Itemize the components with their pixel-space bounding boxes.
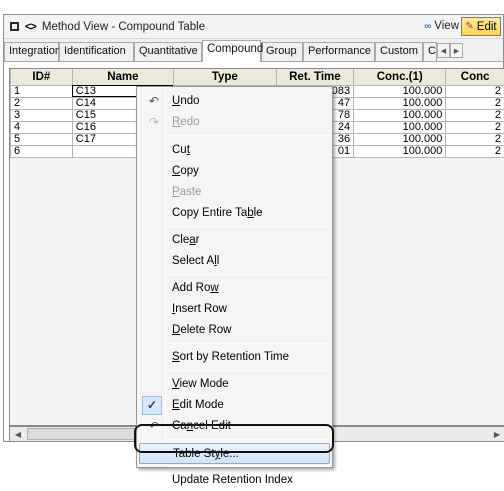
cell-conc1[interactable]: 100.000 — [354, 121, 446, 133]
context-menu: ↶ Undo ↷ Redo Cut Copy Paste Copy Entire… — [136, 86, 333, 468]
cell-conc[interactable]: 2 — [446, 145, 504, 157]
col-header-name[interactable]: Name — [72, 69, 173, 85]
menu-separator — [167, 343, 330, 344]
col-header-id[interactable]: ID# — [11, 69, 73, 85]
tab-quantitative[interactable]: Quantitative — [134, 42, 202, 61]
menu-item-undo[interactable]: ↶ Undo — [139, 91, 330, 112]
cell-conc1[interactable]: 100.000 — [354, 85, 446, 97]
col-header-conc1[interactable]: Conc.(1) — [354, 69, 446, 85]
tab-compound[interactable]: Compound — [202, 40, 261, 62]
pencil-icon: ✎ — [465, 21, 473, 32]
cell-conc[interactable]: 2 — [446, 133, 504, 145]
cell-id[interactable]: 2 — [11, 97, 73, 109]
menu-separator — [167, 370, 330, 371]
cell-conc[interactable]: 2 — [446, 121, 504, 133]
menu-item-paste[interactable]: Paste — [139, 182, 330, 203]
menu-item-sort-by-retention-time[interactable]: Sort by Retention Time — [139, 347, 330, 368]
menu-item-select-all[interactable]: Select All — [139, 251, 330, 272]
col-header-type[interactable]: Type — [173, 69, 276, 85]
menu-item-cut[interactable]: Cut — [139, 140, 330, 161]
cell-conc1[interactable]: 100.000 — [354, 109, 446, 121]
edit-button-label: Edit — [477, 21, 497, 33]
menu-separator — [167, 466, 330, 467]
cell-conc[interactable]: 2 — [446, 85, 504, 97]
redo-arrow-icon: ↷ — [145, 112, 163, 133]
cell-id[interactable]: 3 — [11, 109, 73, 121]
window-titlebar: <> Method View - Compound Table ∞ View ✎… — [4, 15, 503, 39]
view-icon: ∞ — [424, 21, 431, 32]
menu-item-delete-row[interactable]: Delete Row — [139, 320, 330, 341]
table-header-row: ID# Name Type Ret. Time Conc.(1) Conc — [11, 69, 504, 85]
menu-item-add-row[interactable]: Add Row — [139, 278, 330, 299]
tab-group[interactable]: Group — [261, 42, 303, 61]
menu-item-redo[interactable]: ↷ Redo — [139, 112, 330, 133]
cell-id[interactable]: 6 — [11, 145, 73, 157]
cell-conc[interactable]: 2 — [446, 97, 504, 109]
tab-strip: Integration Identification Quantitative … — [4, 40, 503, 61]
scrollbar-thumb[interactable] — [27, 428, 147, 440]
cell-conc[interactable]: 2 — [446, 109, 504, 121]
cell-conc1[interactable]: 100.000 — [354, 145, 446, 157]
tab-truncated[interactable]: C — [423, 42, 437, 61]
check-icon: ✓ — [142, 396, 162, 415]
menu-item-copy-entire-table[interactable]: Copy Entire Table — [139, 203, 330, 224]
menu-item-view-mode[interactable]: View Mode — [139, 374, 330, 395]
menu-separator — [167, 274, 330, 275]
col-header-ret-time[interactable]: Ret. Time — [276, 69, 353, 85]
tab-scroll-right-icon[interactable]: ▶ — [450, 43, 463, 58]
tab-scroll-left-icon[interactable]: ◀ — [437, 43, 450, 58]
undo-arrow-icon: ↶ — [145, 416, 163, 437]
tab-integration[interactable]: Integration — [4, 42, 59, 61]
view-button-label: View — [434, 20, 459, 32]
scroll-left-icon[interactable]: ◀ — [10, 427, 26, 441]
cell-id[interactable]: 1 — [11, 85, 73, 97]
menu-item-edit-mode[interactable]: ✓ Edit Mode — [139, 395, 330, 416]
menu-separator — [167, 226, 330, 227]
menu-separator — [167, 135, 330, 136]
menu-item-cancel-edit[interactable]: ↶ Cancel Edit — [139, 416, 330, 437]
menu-item-copy[interactable]: Copy — [139, 161, 330, 182]
cell-conc1[interactable]: 100.000 — [354, 97, 446, 109]
tab-identification[interactable]: Identification — [59, 42, 134, 61]
menu-item-table-style[interactable]: Table Style... — [139, 443, 330, 464]
col-header-conc[interactable]: Conc — [446, 69, 504, 85]
tab-performance[interactable]: Performance — [303, 42, 375, 61]
window-menu-icon[interactable] — [10, 22, 19, 31]
cell-id[interactable]: 4 — [11, 121, 73, 133]
view-button[interactable]: ∞ View — [424, 20, 459, 32]
code-arrows-icon: <> — [25, 21, 36, 33]
menu-item-update-retention-index[interactable]: Update Retention Index — [139, 470, 330, 491]
cell-conc1[interactable]: 100.000 — [354, 133, 446, 145]
scroll-right-icon[interactable]: ▶ — [489, 427, 504, 441]
cell-id[interactable]: 5 — [11, 133, 73, 145]
menu-item-clear[interactable]: Clear — [139, 230, 330, 251]
menu-separator — [167, 439, 330, 440]
window-title: Method View - Compound Table — [42, 21, 205, 33]
menu-item-insert-row[interactable]: Insert Row — [139, 299, 330, 320]
edit-button[interactable]: ✎ Edit — [461, 17, 501, 36]
undo-arrow-icon: ↶ — [145, 91, 163, 112]
tab-custom[interactable]: Custom — [375, 42, 423, 61]
